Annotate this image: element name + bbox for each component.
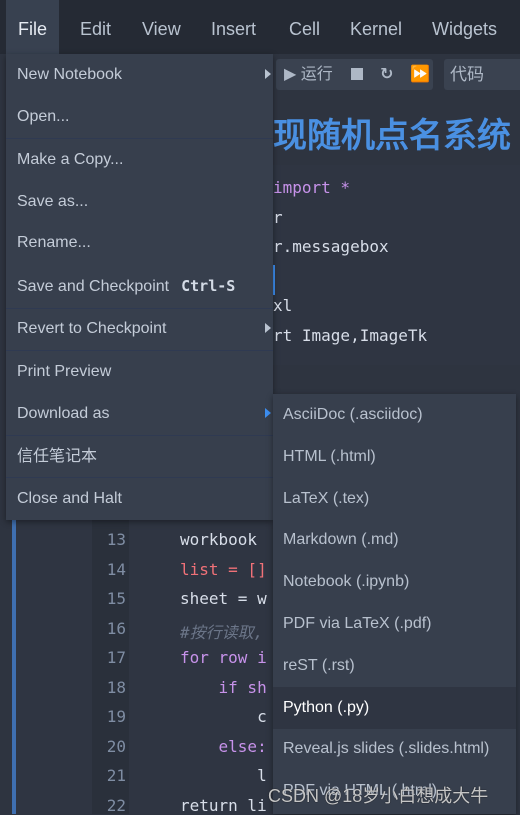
download-format-item[interactable]: Python (.py) <box>273 686 516 729</box>
menu-item-label: New Notebook <box>17 66 122 83</box>
menu-item-label: Save as... <box>17 193 89 210</box>
line-number: 21 <box>106 766 126 785</box>
line-number: 18 <box>106 677 126 697</box>
toolbar: ▶ 运行 ↻ ⏩ <box>276 59 433 90</box>
file-menu-item[interactable]: Save as... <box>6 181 273 223</box>
play-icon: ▶ <box>284 66 297 83</box>
line-number: 16 <box>106 618 126 638</box>
menu-divider <box>6 435 273 436</box>
restart-button[interactable]: ↻ <box>380 59 393 90</box>
run-all-button[interactable]: ⏩ <box>410 59 430 90</box>
code-line: rt Image,ImageTk <box>273 326 428 345</box>
menu-divider <box>6 308 273 309</box>
menu-file[interactable]: File <box>6 0 60 54</box>
file-menu-item[interactable]: Rename... <box>6 222 273 264</box>
menu-divider <box>6 350 273 351</box>
menu-insert[interactable]: Insert <box>199 0 268 54</box>
menu-edit[interactable]: Edit <box>68 0 123 54</box>
submenu-arrow-icon <box>265 323 271 333</box>
menu-divider <box>6 138 273 139</box>
code-line: xl <box>273 296 293 315</box>
code-line: import * <box>273 178 351 197</box>
shortcut-label: Ctrl-S <box>181 277 236 295</box>
download-format-item[interactable]: LaTeX (.tex) <box>273 478 516 520</box>
line-number: 13 <box>106 530 126 549</box>
menu-view[interactable]: View <box>130 0 193 54</box>
file-menu-item[interactable]: Download as <box>6 393 273 435</box>
cell-type-select[interactable]: 代码 <box>444 59 520 90</box>
line-number: 17 <box>106 648 126 667</box>
download-format-item[interactable]: AsciiDoc (.asciidoc) <box>273 394 516 436</box>
download-as-submenu: AsciiDoc (.asciidoc) HTML (.html) LaTeX (.… <box>273 394 516 814</box>
line-number: 14 <box>106 559 126 579</box>
code-line: list = [] <box>180 559 267 579</box>
menu-cell[interactable]: Cell <box>277 0 332 54</box>
watermark: CSDN @18岁小白想成大牛 <box>268 786 489 806</box>
code-line: l <box>180 766 267 785</box>
download-format-item[interactable]: reST (.rst) <box>273 645 516 687</box>
menu-item-label: Close and Halt <box>17 490 122 507</box>
line-number: 20 <box>106 736 126 756</box>
menubar: File Edit View Insert Cell Kernel Widget… <box>0 0 520 54</box>
download-format-item[interactable]: PDF via LaTeX (.pdf) <box>273 603 516 645</box>
menu-item-label: Make a Copy... <box>17 151 124 168</box>
notebook-heading: 现随机点名系统 <box>273 117 511 155</box>
download-format-item[interactable]: Markdown (.md) <box>273 519 516 561</box>
file-menu-item[interactable]: Close and Halt <box>6 478 273 520</box>
menu-kernel[interactable]: Kernel <box>338 0 414 54</box>
download-format-item[interactable]: Reveal.js slides (.slides.html) <box>273 728 516 770</box>
file-menu-item[interactable]: 信任笔记本 <box>6 436 273 478</box>
file-menu-item[interactable]: Make a Copy... <box>6 139 273 181</box>
file-menu-item[interactable]: Revert to Checkpoint <box>6 308 273 350</box>
file-menu-item[interactable]: Save and Checkpoint Ctrl-S <box>6 265 273 307</box>
stop-icon <box>351 68 363 80</box>
menu-item-label: Open... <box>17 108 70 125</box>
code-line: else: <box>180 736 267 756</box>
run-button[interactable]: ▶ 运行 <box>284 59 333 90</box>
menu-item-label: 信任笔记本 <box>17 448 98 465</box>
download-format-item[interactable]: Notebook (.ipynb) <box>273 561 516 603</box>
line-number: 15 <box>106 589 126 608</box>
menu-widgets[interactable]: Widgets <box>420 0 509 54</box>
stop-button[interactable] <box>351 59 363 90</box>
code-line: #按行读取, <box>180 622 264 642</box>
line-number: 19 <box>106 707 126 726</box>
fast-forward-icon: ⏩ <box>410 66 430 83</box>
menu-item-label: Print Preview <box>17 363 112 380</box>
download-format-item[interactable]: HTML (.html) <box>273 436 516 478</box>
menu-divider <box>6 477 273 478</box>
code-line: r.messagebox <box>273 237 389 256</box>
menu-item-label: Save and Checkpoint <box>17 278 170 295</box>
submenu-arrow-icon <box>265 69 271 79</box>
menu-item-label: Revert to Checkpoint <box>17 320 167 337</box>
file-menu-item[interactable]: Print Preview <box>6 351 273 393</box>
code-cell-top[interactable]: import * r r.messagebox xl rt Image,Imag… <box>273 165 520 365</box>
menu-item-label: Rename... <box>17 234 91 251</box>
code-line: return li <box>180 795 267 815</box>
file-menu-item[interactable]: Open... <box>6 96 273 138</box>
code-line: workbook <box>180 530 258 549</box>
code-line: c <box>180 707 267 726</box>
code-line: for row i <box>180 648 267 667</box>
code-line: r <box>273 208 283 227</box>
line-number: 22 <box>106 795 126 815</box>
restart-icon: ↻ <box>380 66 394 83</box>
menu-item-label: Download as <box>17 405 110 422</box>
code-line: if sh <box>180 677 267 697</box>
file-menu-item[interactable]: New Notebook <box>6 54 273 96</box>
run-label: 运行 <box>300 66 333 83</box>
file-menu: New Notebook Open... Make a Copy... Save as… <box>6 54 273 520</box>
code-line: sheet = w <box>180 589 267 608</box>
text-cursor <box>273 265 275 295</box>
submenu-arrow-icon <box>265 408 271 418</box>
